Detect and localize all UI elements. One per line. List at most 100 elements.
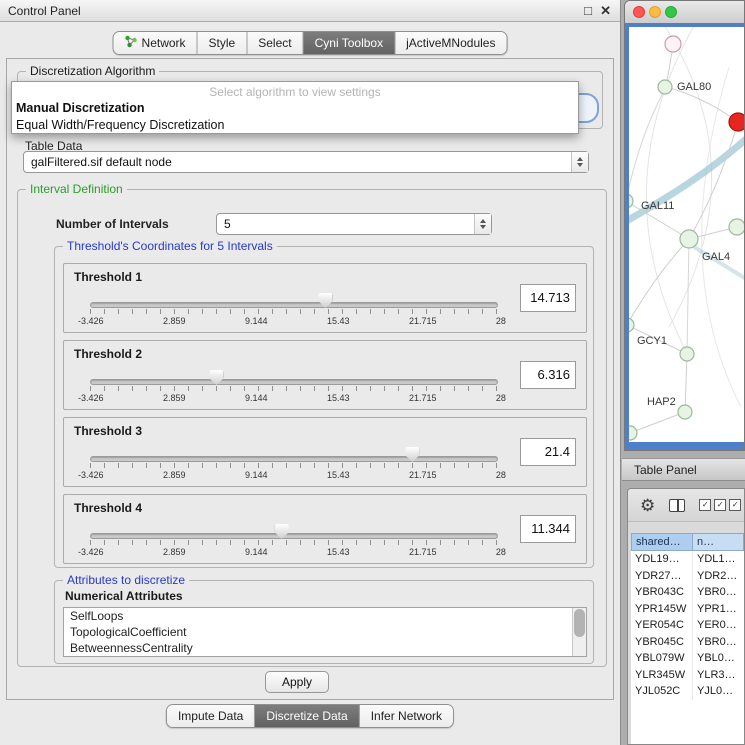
list-scrollbar[interactable] [572, 608, 586, 656]
stepper-icon[interactable] [571, 152, 588, 172]
threshold-1-slider[interactable]: -3.4262.8599.14415.4321.71528 [90, 290, 498, 330]
cell[interactable]: YBR0… [693, 584, 744, 601]
scale-label: 9.144 [245, 470, 268, 480]
tab-jactivemnodules[interactable]: jActiveMNodules [395, 32, 506, 54]
table-data-combobox[interactable]: galFiltered.sif default node [23, 151, 589, 173]
table-row[interactable]: YDR27…YDR2… [631, 568, 744, 585]
threshold-value-field[interactable]: 6.316 [520, 361, 576, 389]
list-item[interactable]: TopologicalCoefficient [64, 624, 586, 640]
cell[interactable]: YDR27… [631, 568, 693, 585]
threshold-value-field[interactable]: 21.4 [520, 438, 576, 466]
table-row[interactable]: YER054CYER0… [631, 617, 744, 634]
tab-select[interactable]: Select [247, 32, 303, 54]
cell[interactable]: YBL079W [631, 650, 693, 667]
cell[interactable]: YLR3… [693, 667, 744, 684]
node[interactable] [729, 219, 744, 235]
checkbox-icon[interactable]: ✓ [699, 499, 711, 511]
tab-label: Infer Network [371, 709, 442, 723]
minimize-traffic-light-icon[interactable] [649, 6, 661, 18]
node-hap2[interactable] [678, 405, 692, 419]
slider-track[interactable] [90, 533, 498, 539]
float-window-icon[interactable]: □ [584, 0, 592, 22]
scale-label: 15.43 [327, 470, 350, 480]
algorithm-option-manual[interactable]: Manual Discretization [12, 100, 578, 117]
node-selected-red[interactable] [729, 113, 744, 131]
cell[interactable]: YDR2… [693, 568, 744, 585]
cell[interactable]: YPR1… [693, 601, 744, 618]
table-header-row: shared… n… [631, 533, 744, 551]
threshold-3-panel: Threshold 3 -3.4262.8599.14415.4321.7152… [63, 417, 587, 487]
column-header-shared-name[interactable]: shared… [631, 533, 693, 551]
threshold-value-field[interactable]: 11.344 [520, 515, 576, 543]
cell[interactable]: YBR043C [631, 584, 693, 601]
list-item[interactable]: BetweennessCentrality [64, 640, 586, 656]
tab-infer-network[interactable]: Infer Network [360, 705, 453, 727]
cell[interactable]: YJL052C [631, 683, 693, 700]
node-label: GCY1 [637, 335, 667, 347]
table-row[interactable]: YDL19…YDL1… [631, 551, 744, 568]
threshold-4-slider[interactable]: -3.4262.8599.14415.4321.71528 [90, 521, 498, 561]
number-of-intervals-combobox[interactable]: 5 [216, 213, 492, 235]
node-gal4[interactable] [680, 230, 698, 248]
cell[interactable]: YJL0… [693, 683, 744, 700]
table-row[interactable]: YBR043CYBR0… [631, 584, 744, 601]
cell[interactable]: YDL1… [693, 551, 744, 568]
table-panel-titlebar[interactable]: Table Panel [622, 458, 745, 481]
slider-track[interactable] [90, 379, 498, 385]
control-panel-titlebar[interactable]: Control Panel □ ✕ [0, 0, 620, 22]
threshold-label: Threshold 3 [74, 424, 142, 438]
dropdown-hint: Select algorithm to view settings [12, 82, 578, 100]
cell[interactable]: YER054C [631, 617, 693, 634]
node[interactable] [629, 426, 637, 440]
tab-impute-data[interactable]: Impute Data [167, 705, 255, 727]
threshold-3-slider[interactable]: -3.4262.8599.14415.4321.71528 [90, 444, 498, 484]
tab-cyni-toolbox[interactable]: Cyni Toolbox [304, 32, 395, 54]
network-window-titlebar[interactable] [625, 1, 744, 24]
scale-label: 28 [496, 316, 506, 326]
node-gal11[interactable] [629, 194, 633, 208]
threshold-value-field[interactable]: 14.713 [520, 284, 576, 312]
scale-label: 28 [496, 470, 506, 480]
close-traffic-light-icon[interactable] [633, 6, 645, 18]
table-row[interactable]: YJL052CYJL0… [631, 683, 744, 700]
cell[interactable]: YBL0… [693, 650, 744, 667]
cell[interactable]: YPR145W [631, 601, 693, 618]
column-header-name[interactable]: n… [693, 533, 744, 551]
cell[interactable]: YLR345W [631, 667, 693, 684]
slider-track[interactable] [90, 456, 498, 462]
tab-discretize-data[interactable]: Discretize Data [255, 705, 359, 727]
checkbox-icon[interactable]: ✓ [714, 499, 726, 511]
table-row[interactable]: YLR345WYLR3… [631, 667, 744, 684]
number-of-intervals-label: Number of Intervals [56, 217, 169, 231]
cell[interactable]: YBR045C [631, 634, 693, 651]
node[interactable] [665, 36, 681, 52]
slider-track[interactable] [90, 302, 498, 308]
node-gal80[interactable] [658, 80, 672, 94]
threshold-2-slider[interactable]: -3.4262.8599.14415.4321.71528 [90, 367, 498, 407]
close-window-icon[interactable]: ✕ [600, 0, 611, 22]
node-gcy1[interactable] [629, 318, 634, 332]
node[interactable] [680, 347, 694, 361]
gear-icon[interactable]: ⚙ [640, 497, 655, 514]
cell[interactable]: YER0… [693, 617, 744, 634]
stepper-icon[interactable] [474, 214, 491, 234]
algorithm-option-equal-width[interactable]: Equal Width/Frequency Discretization [12, 117, 578, 134]
checkbox-icon[interactable]: ✓ [729, 499, 741, 511]
table-row[interactable]: YBR045CYBR0… [631, 634, 744, 651]
scrollbar-thumb[interactable] [574, 609, 585, 637]
tab-network[interactable]: Network [114, 32, 198, 54]
list-item[interactable]: SelfLoops [64, 608, 586, 624]
zoom-traffic-light-icon[interactable] [665, 6, 677, 18]
table-row[interactable]: YPR145WYPR1… [631, 601, 744, 618]
network-canvas[interactable]: GAL80 GAL11 GAL4 GCY1 HAP2 [629, 27, 744, 442]
tab-style[interactable]: Style [198, 32, 248, 54]
apply-button[interactable]: Apply [265, 671, 329, 693]
table-row[interactable]: YBL079WYBL0… [631, 650, 744, 667]
cell[interactable]: YBR0… [693, 634, 744, 651]
numerical-attributes-list[interactable]: SelfLoops TopologicalCoefficient Between… [63, 607, 587, 657]
cell[interactable]: YDL19… [631, 551, 693, 568]
columns-icon[interactable] [669, 499, 685, 512]
threshold-2-panel: Threshold 2 -3.4262.8599.14415.4321.7152… [63, 340, 587, 410]
algorithm-dropdown-popup: Select algorithm to view settings Manual… [11, 81, 579, 134]
threshold-label: Threshold 4 [74, 501, 142, 515]
